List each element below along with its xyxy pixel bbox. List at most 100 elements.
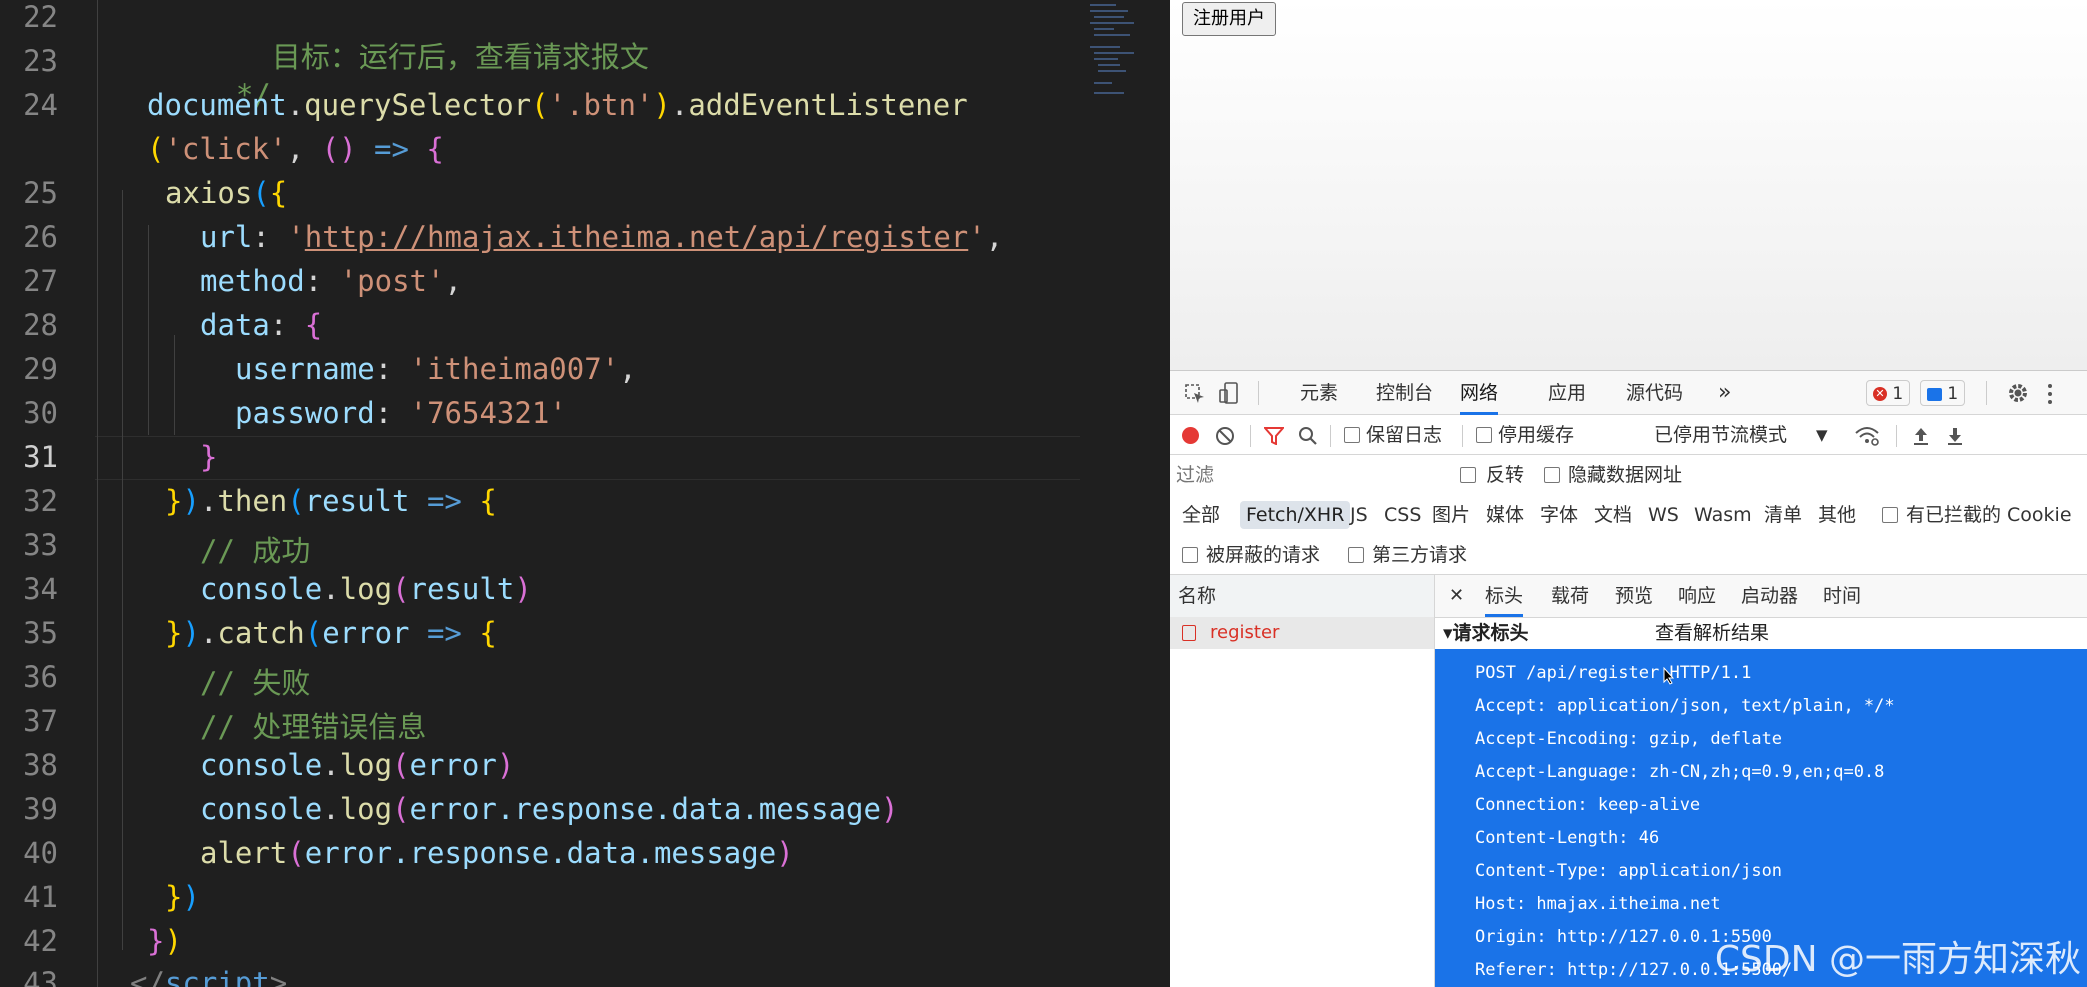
message-icon <box>1927 387 1942 401</box>
type-doc[interactable]: 文档 <box>1594 495 1632 535</box>
hide-data-urls-checkbox[interactable] <box>1544 467 1560 483</box>
request-row-register[interactable]: register <box>1170 617 1434 649</box>
token: addEventListener <box>688 88 968 122</box>
tab-initiator[interactable]: 启动器 <box>1741 575 1798 617</box>
code-line-31[interactable]: } <box>200 440 217 474</box>
line-number: 34 <box>23 572 58 606</box>
tab-sources[interactable]: 源代码 <box>1626 371 1683 415</box>
line-number: 35 <box>23 616 58 650</box>
register-user-button[interactable]: 注册用户 <box>1182 2 1276 36</box>
devtools-panel: 元素 控制台 网络 应用 源代码 » ✕ 1 1 保留日志 停用缓存 已停用节流… <box>1170 370 2087 987</box>
tab-elements[interactable]: 元素 <box>1300 371 1338 415</box>
token: url <box>200 220 253 254</box>
tab-application[interactable]: 应用 <box>1548 371 1586 415</box>
error-count-badge[interactable]: ✕ 1 <box>1866 380 1911 406</box>
code-line-30[interactable]: password: '7654321' <box>235 396 567 430</box>
request-name: register <box>1210 622 1280 643</box>
code-line-38[interactable]: console.log(error) <box>200 748 514 782</box>
filter-input[interactable] <box>1174 459 1446 491</box>
code-line-41[interactable]: }) <box>165 880 200 914</box>
blocked-cookies-checkbox[interactable] <box>1882 507 1898 523</box>
token: console <box>200 748 323 782</box>
code-line-35[interactable]: }).catch(error => { <box>165 616 497 650</box>
url-link[interactable]: http://hmajax.itheima.net/api/register <box>305 220 968 254</box>
more-tabs-button[interactable]: » <box>1718 371 1731 415</box>
type-wasm[interactable]: Wasm <box>1694 495 1752 535</box>
type-manifest[interactable]: 清单 <box>1764 495 1802 535</box>
message-count-badge[interactable]: 1 <box>1920 380 1966 406</box>
code-line-29[interactable]: username: 'itheima007', <box>235 352 637 386</box>
code-line-25[interactable]: axios({ <box>165 176 287 210</box>
token: ) <box>514 572 532 606</box>
code-line-24-wrap[interactable]: ('click', () => { <box>147 132 444 166</box>
code-line-33[interactable]: // 成功 <box>200 528 310 570</box>
search-icon[interactable] <box>1298 426 1318 450</box>
type-css[interactable]: CSS <box>1384 495 1421 535</box>
throttling-select[interactable]: 已停用节流模式 <box>1654 415 1787 455</box>
tab-preview[interactable]: 预览 <box>1615 575 1653 617</box>
request-list-header[interactable]: 名称 <box>1170 575 1434 618</box>
type-fetch-xhr[interactable]: Fetch/XHR <box>1240 501 1351 529</box>
tab-console[interactable]: 控制台 <box>1376 371 1433 415</box>
code-editor[interactable]: 22 23 24 25 26 27 28 29 30 31 32 33 34 3… <box>0 0 1170 987</box>
network-conditions-icon[interactable] <box>1854 425 1880 451</box>
blocked-requests-checkbox[interactable] <box>1182 547 1198 563</box>
message-count: 1 <box>1947 384 1959 404</box>
indent-guide <box>122 190 123 950</box>
token: , <box>985 220 1004 254</box>
close-icon[interactable]: ✕ <box>1449 575 1464 617</box>
type-all[interactable]: 全部 <box>1182 495 1220 535</box>
tab-response[interactable]: 响应 <box>1678 575 1716 617</box>
code-line-24[interactable]: document.querySelector('.btn').addEventL… <box>147 88 968 122</box>
token: username <box>235 352 375 386</box>
export-har-icon[interactable] <box>1946 425 1964 451</box>
code-line-34[interactable]: console.log(result) <box>200 572 532 606</box>
type-ws[interactable]: WS <box>1648 495 1679 535</box>
minimap[interactable] <box>1088 0 1140 110</box>
device-toolbar-icon[interactable] <box>1218 381 1240 409</box>
chevron-down-icon[interactable]: ▼ <box>1816 415 1828 455</box>
line-number-active: 31 <box>23 440 58 474</box>
tab-headers[interactable]: 标头 <box>1485 575 1524 617</box>
disable-cache-checkbox[interactable] <box>1476 427 1492 443</box>
record-icon[interactable] <box>1182 427 1199 444</box>
token: result <box>304 484 410 518</box>
code-line-32[interactable]: }).then(result => { <box>165 484 497 518</box>
type-js[interactable]: JS <box>1350 495 1368 535</box>
import-har-icon[interactable] <box>1912 425 1930 451</box>
token: then <box>217 484 288 518</box>
code-line-43[interactable]: </script> <box>130 966 287 987</box>
preserve-log-checkbox[interactable] <box>1344 427 1360 443</box>
code-line-28[interactable]: data: { <box>200 308 322 342</box>
more-options-icon[interactable] <box>2046 383 2054 409</box>
type-img[interactable]: 图片 <box>1432 495 1470 535</box>
third-party-checkbox[interactable] <box>1348 547 1364 563</box>
token: console <box>200 572 323 606</box>
line-number: 28 <box>23 308 58 342</box>
tab-timing[interactable]: 时间 <box>1823 575 1861 617</box>
code-line-42[interactable]: }) <box>147 924 182 958</box>
tab-payload[interactable]: 载荷 <box>1551 575 1589 617</box>
type-other[interactable]: 其他 <box>1818 495 1856 535</box>
filter-icon[interactable] <box>1262 427 1286 449</box>
line-number: 38 <box>23 748 58 782</box>
code-line-26[interactable]: url: 'http://hmajax.itheima.net/api/regi… <box>200 220 1003 254</box>
token: : <box>252 220 288 254</box>
tab-network[interactable]: 网络 <box>1460 371 1499 415</box>
code-line-40[interactable]: alert(error.response.data.message) <box>200 836 794 870</box>
resource-type-filter: 全部 Fetch/XHR JS CSS 图片 媒体 字体 文档 WS Wasm … <box>1170 495 2087 535</box>
gear-icon[interactable] <box>2006 381 2030 409</box>
token: error.response.data.message <box>304 836 777 870</box>
type-font[interactable]: 字体 <box>1540 495 1578 535</box>
code-line-37[interactable]: // 处理错误信息 <box>200 704 426 746</box>
invert-checkbox[interactable] <box>1460 467 1476 483</box>
request-headers-title[interactable]: ▾请求标头 <box>1443 617 1529 649</box>
code-line-27[interactable]: method: 'post', <box>200 264 462 298</box>
type-media[interactable]: 媒体 <box>1486 495 1524 535</box>
code-line-36[interactable]: // 失败 <box>200 660 310 702</box>
token: alert <box>200 836 288 870</box>
clear-icon[interactable] <box>1215 426 1235 450</box>
code-line-39[interactable]: console.log(error.response.data.message) <box>200 792 898 826</box>
inspect-element-icon[interactable] <box>1184 383 1206 409</box>
view-parsed-link[interactable]: 查看解析结果 <box>1655 617 1769 649</box>
